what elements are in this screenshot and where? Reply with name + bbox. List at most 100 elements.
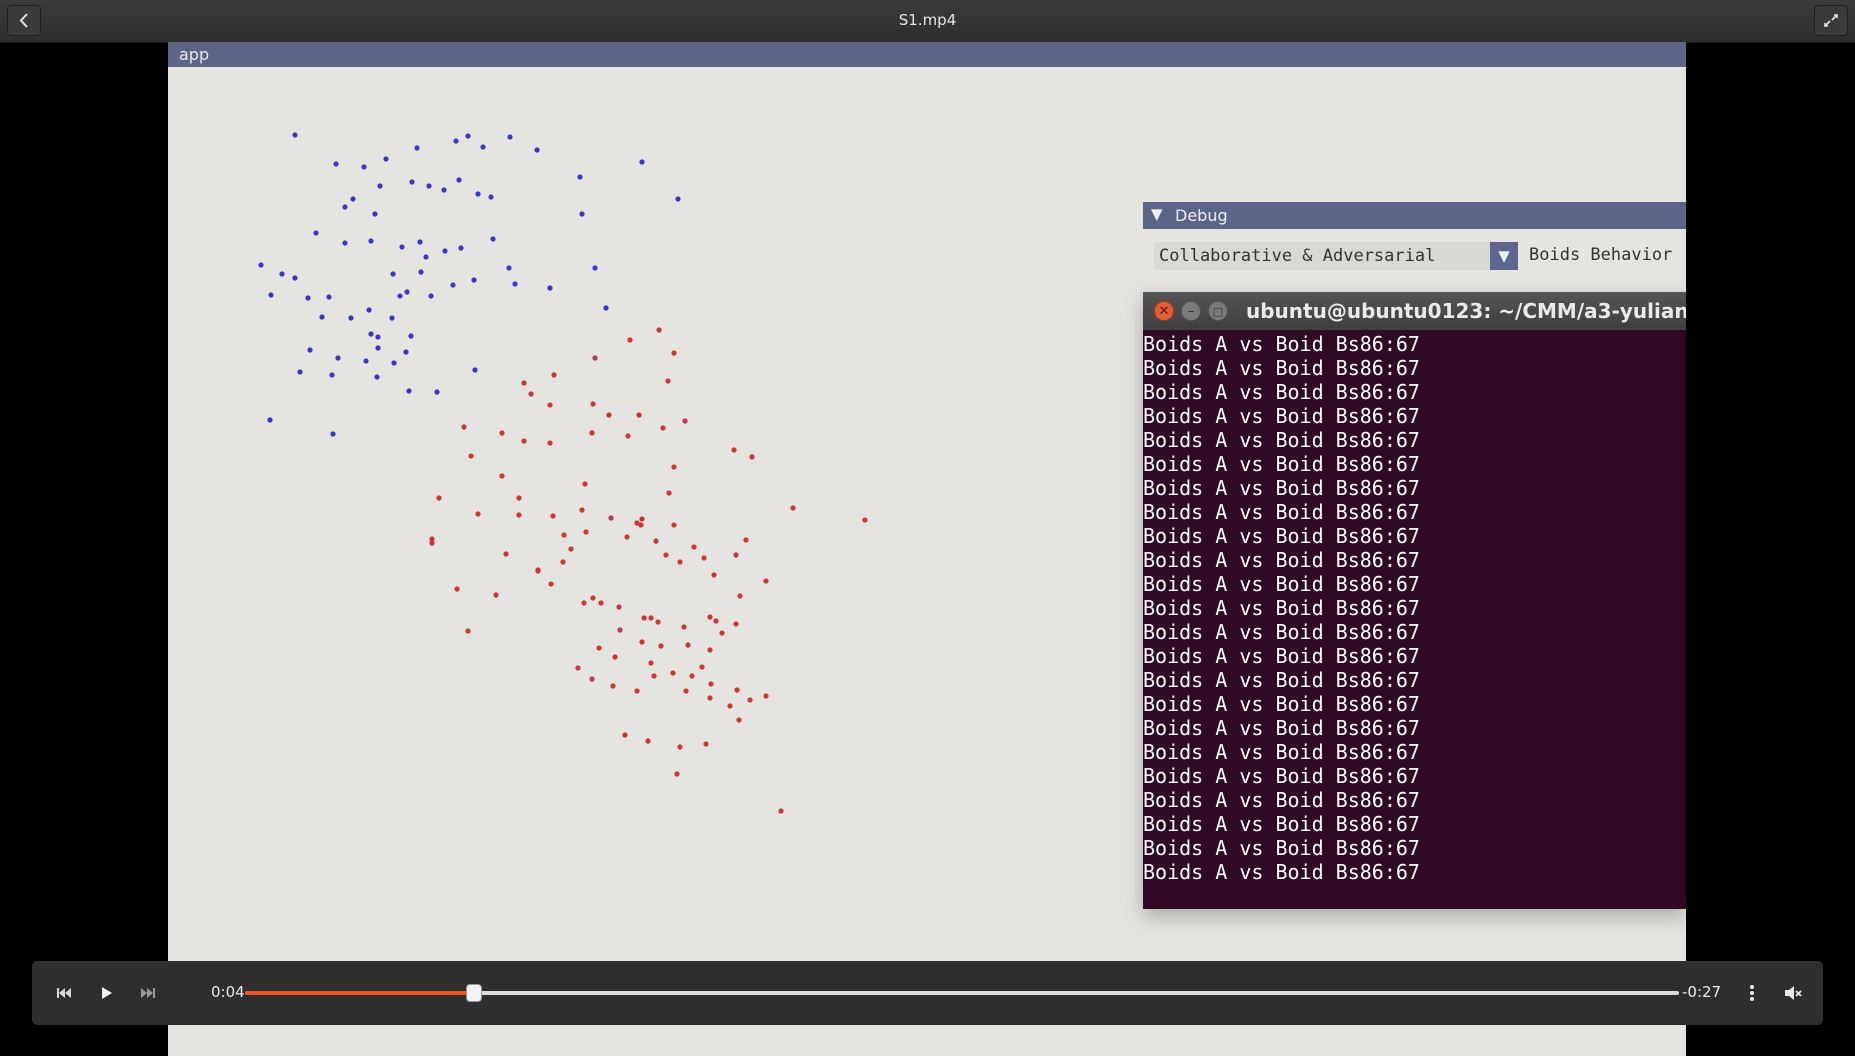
skip-back-icon[interactable]	[53, 982, 75, 1004]
boid-a	[675, 196, 681, 202]
video-frame[interactable]: app ▼ Debug Collaborative & Adversarial …	[168, 42, 1686, 1056]
terminal-line: Boids A vs Boid Bs86:67	[1143, 476, 1420, 500]
terminal-line: Boids A vs Boid Bs86:67	[1143, 692, 1420, 716]
boid-b	[763, 693, 769, 699]
seek-bar[interactable]	[245, 984, 1679, 1002]
boid-b	[733, 621, 739, 627]
boid-a	[547, 285, 553, 291]
boid-b	[677, 744, 683, 750]
skip-forward-icon[interactable]	[137, 982, 159, 1004]
boid-a	[258, 262, 264, 268]
terminal-line: Boids A vs Boid Bs86:67	[1143, 572, 1420, 596]
terminal-output[interactable]: Boids A vs Boid Bs86:67 Boids A vs Boid B…	[1143, 332, 1686, 909]
boid-b	[658, 643, 664, 649]
minimize-icon[interactable]: –	[1181, 301, 1201, 321]
boid-b	[651, 673, 657, 679]
boid-b	[663, 552, 669, 558]
terminal-line: Boids A vs Boid Bs86:67	[1143, 668, 1420, 692]
boid-b	[547, 440, 553, 446]
volume-muted-icon[interactable]	[1782, 982, 1804, 1004]
boid-b	[701, 555, 707, 561]
boid-a	[458, 245, 464, 251]
play-icon[interactable]	[95, 982, 117, 1004]
boid-b	[499, 473, 505, 479]
seek-progress	[245, 991, 474, 995]
boid-b	[677, 559, 683, 565]
boid-b	[429, 540, 435, 546]
boid-a	[417, 239, 423, 245]
terminal-window[interactable]: ✕ – □ ubuntu@ubuntu0123: ~/CMM/a3-yulian…	[1143, 292, 1686, 909]
time-elapsed: 0:04	[211, 983, 245, 1001]
collapse-arrow-icon[interactable]: ▼	[1151, 205, 1163, 223]
boid-b	[731, 447, 737, 453]
boid-a	[404, 289, 410, 295]
terminal-titlebar[interactable]: ✕ – □ ubuntu@ubuntu0123: ~/CMM/a3-yulian…	[1143, 292, 1686, 330]
boid-b	[627, 337, 633, 343]
boid-b	[681, 624, 687, 630]
boid-b	[468, 453, 474, 459]
boid-b	[747, 697, 753, 703]
behavior-dropdown[interactable]: Collaborative & Adversarial ▼	[1154, 242, 1518, 270]
terminal-line: Boids A vs Boid Bs86:67	[1143, 356, 1420, 380]
boid-a	[603, 305, 609, 311]
boid-b	[691, 544, 697, 550]
boid-a	[389, 315, 395, 321]
boid-b	[665, 378, 671, 384]
boid-a	[426, 183, 432, 189]
fullscreen-button[interactable]	[1814, 5, 1848, 36]
boid-a	[577, 174, 583, 180]
terminal-line: Boids A vs Boid Bs86:67	[1143, 524, 1420, 548]
boid-b	[645, 738, 651, 744]
boid-b	[583, 529, 589, 535]
boid-b	[778, 808, 784, 814]
boid-b	[648, 660, 654, 666]
terminal-line: Boids A vs Boid Bs86:67	[1143, 428, 1420, 452]
boid-b	[589, 430, 595, 436]
boid-b	[763, 578, 769, 584]
terminal-line: Boids A vs Boid Bs86:67	[1143, 788, 1420, 812]
terminal-line: Boids A vs Boid Bs86:67	[1143, 836, 1420, 860]
boid-a	[363, 358, 369, 364]
boid-b	[503, 551, 509, 557]
boid-a	[297, 369, 303, 375]
dropdown-arrow-icon[interactable]: ▼	[1490, 242, 1518, 270]
boid-b	[454, 586, 460, 592]
boid-a	[372, 211, 378, 217]
boid-a	[423, 254, 429, 260]
boid-b	[733, 552, 739, 558]
boid-a	[456, 177, 462, 183]
boid-a	[368, 238, 374, 244]
close-icon[interactable]: ✕	[1154, 301, 1174, 321]
more-options-icon[interactable]	[1741, 982, 1763, 1004]
boid-b	[634, 688, 640, 694]
debug-titlebar[interactable]: ▼ Debug	[1143, 202, 1686, 229]
boid-b	[655, 619, 661, 625]
boid-a	[506, 265, 512, 271]
boid-a	[534, 147, 540, 153]
boid-b	[707, 614, 713, 620]
boid-b	[682, 418, 688, 424]
player-header: S1.mp4	[0, 0, 1855, 43]
boid-a	[475, 191, 481, 197]
boid-b	[589, 676, 595, 682]
boid-b	[656, 327, 662, 333]
terminal-line: Boids A vs Boid Bs86:67	[1143, 332, 1420, 356]
maximize-icon[interactable]: □	[1208, 301, 1228, 321]
boid-b	[736, 717, 742, 723]
boid-a	[330, 431, 336, 437]
boid-a	[480, 144, 486, 150]
seek-handle[interactable]	[466, 984, 482, 1002]
boid-a	[326, 294, 332, 300]
terminal-line: Boids A vs Boid Bs86:67	[1143, 404, 1420, 428]
boid-a	[342, 204, 348, 210]
boid-a	[305, 295, 311, 301]
boid-b	[617, 627, 623, 633]
boid-b	[707, 647, 713, 653]
boid-b	[516, 495, 522, 501]
boid-a	[399, 244, 405, 250]
boid-a	[453, 138, 459, 144]
time-remaining: -0:27	[1682, 983, 1722, 1001]
boid-a	[592, 265, 598, 271]
boid-a	[428, 293, 434, 299]
boid-a	[377, 183, 383, 189]
